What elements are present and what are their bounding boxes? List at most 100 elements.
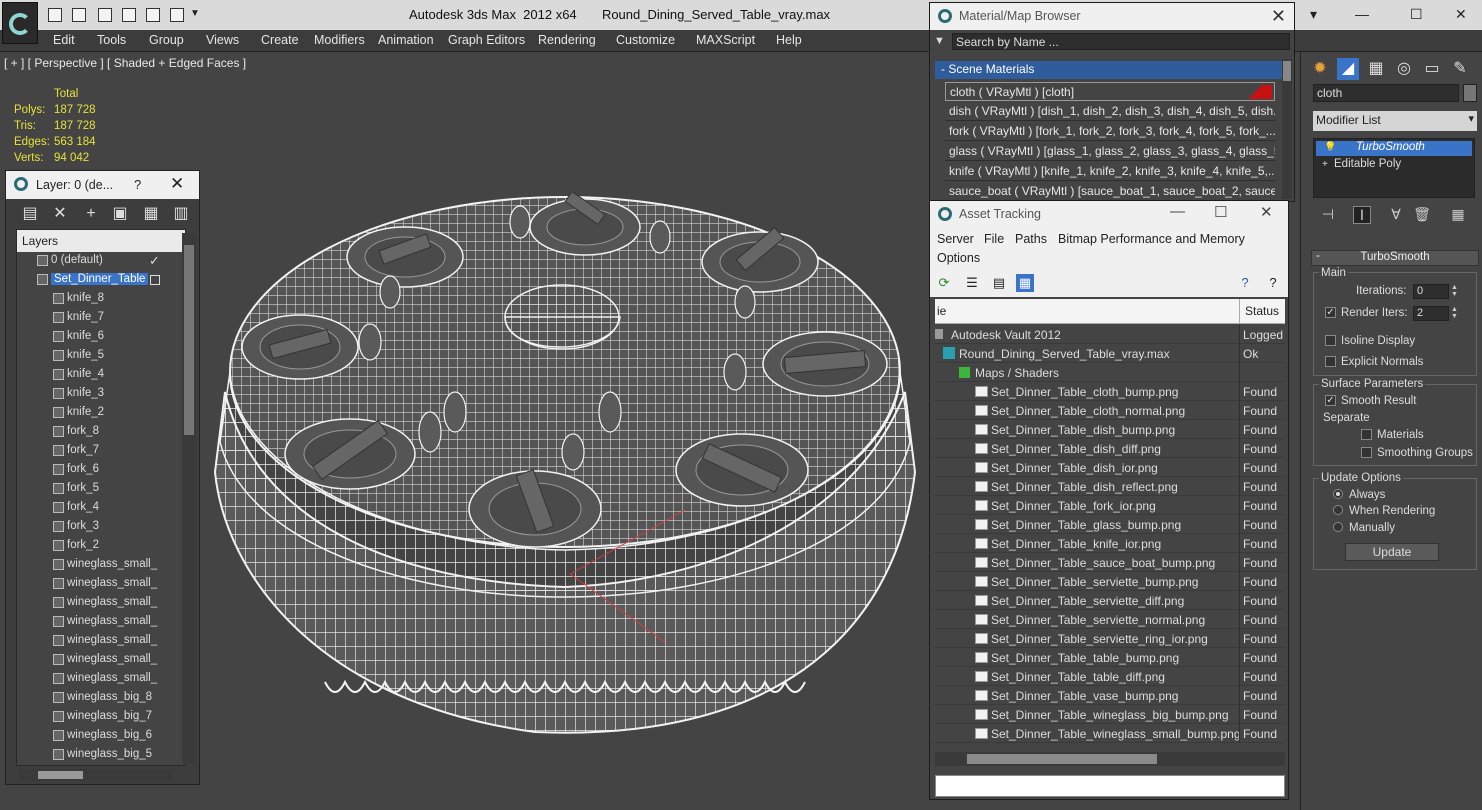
material-row[interactable]: glass ( VRayMtl ) [glass_1, glass_2, gla…	[945, 142, 1275, 161]
table-view-icon[interactable]: ▦	[1016, 274, 1034, 292]
menu-modifiers[interactable]: Modifiers	[314, 33, 365, 47]
maximize-icon[interactable]: ☐	[1410, 6, 1423, 23]
help-context-icon[interactable]: ?	[1264, 274, 1282, 292]
asset-row[interactable]: Set_Dinner_Table_serviette_ring_ior.png F…	[935, 629, 1285, 648]
set-current-layer-icon[interactable]: ▥	[172, 205, 190, 223]
asset-row[interactable]: Set_Dinner_Table_dish_ior.png Found	[935, 458, 1285, 477]
layer-object-row[interactable]: knife_8	[17, 290, 185, 309]
help-icon[interactable]: ?	[134, 177, 141, 192]
spinner-arrows-icon[interactable]: ▲ ▼	[1451, 306, 1459, 321]
chevron-down-icon[interactable]: ▼	[934, 35, 945, 47]
menu-graph-editors[interactable]: Graph Editors	[448, 33, 525, 47]
asset-row[interactable]: Set_Dinner_Table_fork_ior.png Found	[935, 496, 1285, 515]
create-tab-icon[interactable]: ✹	[1309, 58, 1331, 80]
open-icon[interactable]	[48, 8, 62, 22]
app-logo-button[interactable]	[2, 2, 38, 44]
render-iters-checkbox[interactable]: ✓	[1325, 307, 1336, 318]
menu-edit[interactable]: Edit	[53, 33, 75, 47]
motion-tab-icon[interactable]: ◎	[1393, 58, 1415, 80]
asset-table[interactable]: ie Status Autodesk Vault 2012 Logged Round…	[935, 299, 1285, 769]
quick-access-dropdown-icon[interactable]: ▼	[190, 8, 200, 19]
menu-views[interactable]: Views	[206, 33, 239, 47]
horizontal-scrollbar[interactable]	[18, 769, 173, 781]
close-icon[interactable]: ✕	[1455, 6, 1467, 23]
layer-object-row[interactable]: wineglass_small_	[17, 670, 185, 689]
layers-column-header[interactable]: Layers	[17, 230, 185, 252]
always-radio[interactable]	[1333, 489, 1343, 499]
tree-view-icon[interactable]: ▤	[990, 274, 1008, 292]
stack-item-editable-poly[interactable]: Editable Poly	[1334, 158, 1401, 170]
asset-row[interactable]: Set_Dinner_Table_cloth_bump.png Found	[935, 382, 1285, 401]
asset-row[interactable]: Round_Dining_Served_Table_vray.max Ok	[935, 344, 1285, 363]
add-to-layer-icon[interactable]: +	[82, 205, 100, 223]
asset-row[interactable]: Set_Dinner_Table_dish_reflect.png Found	[935, 477, 1285, 496]
minimize-icon[interactable]: —	[1355, 6, 1369, 22]
menu-options[interactable]: Options	[937, 251, 980, 265]
layer-object-row[interactable]: fork_4	[17, 499, 185, 518]
asset-tracking-titlebar[interactable]: Asset Tracking — ☐ ✕	[930, 201, 1288, 227]
asset-row[interactable]: Set_Dinner_Table_serviette_normal.png Fou…	[935, 610, 1285, 629]
make-unique-icon[interactable]: ∀	[1387, 206, 1405, 224]
material-row[interactable]: knife ( VRayMtl ) [knife_1, knife_2, kni…	[945, 162, 1275, 181]
update-button[interactable]: Update	[1345, 543, 1439, 561]
layer-object-row[interactable]: fork_7	[17, 442, 185, 461]
layer-object-row[interactable]: knife_3	[17, 385, 185, 404]
maximize-icon[interactable]: ☐	[1214, 203, 1227, 221]
modifier-stack[interactable]: TurboSmooth 💡 + Editable Poly	[1313, 138, 1475, 198]
layer-object-row[interactable]: wineglass_small_	[17, 575, 185, 594]
layer-object-row[interactable]: wineglass_small_	[17, 613, 185, 632]
scene-materials-group[interactable]: - Scene Materials	[935, 61, 1285, 79]
asset-row[interactable]: Set_Dinner_Table_wineglass_big_bump.png F…	[935, 705, 1285, 724]
rollout-header[interactable]: - TurboSmooth	[1311, 250, 1479, 266]
asset-row[interactable]: Set_Dinner_Table_vase_bump.png Found	[935, 686, 1285, 705]
menu-file[interactable]: File	[984, 232, 1004, 246]
layer-row[interactable]: Set_Dinner_Table	[17, 271, 185, 290]
asset-row[interactable]: Maps / Shaders	[935, 363, 1285, 382]
layer-checkbox-icon[interactable]	[150, 275, 160, 285]
refresh-icon[interactable]: ⟳	[935, 274, 953, 292]
select-objects-icon[interactable]: ▣	[111, 205, 129, 223]
material-browser-titlebar[interactable]: Material/Map Browser ✕	[930, 3, 1294, 30]
material-row[interactable]: sauce_boat ( VRayMtl ) [sauce_boat_1, sa…	[945, 182, 1275, 201]
layer-row[interactable]: 0 (default) ✓	[17, 252, 185, 271]
layer-object-row[interactable]: wineglass_small_	[17, 556, 185, 575]
object-color-swatch[interactable]	[1463, 84, 1477, 102]
asset-row[interactable]: Set_Dinner_Table_glass_bump.png Found	[935, 515, 1285, 534]
menu-group[interactable]: Group	[149, 33, 184, 47]
redo-icon[interactable]	[122, 8, 136, 22]
save-icon[interactable]	[72, 8, 86, 22]
display-tab-icon[interactable]: ▭	[1421, 58, 1443, 80]
material-search-input[interactable]: Search by Name ...	[952, 33, 1290, 50]
vertical-scrollbar[interactable]	[182, 233, 196, 763]
help-icon[interactable]: ?	[1236, 274, 1254, 292]
object-name-field[interactable]: cloth	[1313, 84, 1459, 102]
list-view-icon[interactable]: ☰	[963, 274, 981, 292]
menu-maxscript[interactable]: MAXScript	[696, 33, 755, 47]
scrollbar-thumb[interactable]	[967, 754, 1157, 764]
column-header-name[interactable]: ie	[937, 304, 946, 318]
menu-paths[interactable]: Paths	[1015, 232, 1047, 246]
hierarchy-tab-icon[interactable]: ▦	[1365, 58, 1387, 80]
manually-radio[interactable]	[1333, 522, 1343, 532]
close-icon[interactable]: ✕	[170, 174, 184, 194]
material-row[interactable]: dish ( VRayMtl ) [dish_1, dish_2, dish_3…	[945, 102, 1275, 121]
new-layer-icon[interactable]: ▤	[21, 205, 39, 223]
asset-row[interactable]: Autodesk Vault 2012 Logged	[935, 325, 1285, 344]
asset-row[interactable]: Set_Dinner_Table_serviette_bump.png Found	[935, 572, 1285, 591]
expand-icon[interactable]: +	[1322, 159, 1328, 170]
select-layer-icon[interactable]: ▦	[142, 205, 160, 223]
current-layer-check-icon[interactable]: ✓	[149, 253, 160, 269]
layer-object-row[interactable]: knife_4	[17, 366, 185, 385]
project-folder-icon[interactable]	[146, 8, 160, 22]
when-rendering-radio[interactable]	[1333, 505, 1343, 515]
layer-object-row[interactable]: wineglass_big_7	[17, 708, 185, 727]
asset-row[interactable]: Set_Dinner_Table_cloth_normal.png Found	[935, 401, 1285, 420]
layer-list[interactable]: Layers 0 (default) ✓ Set_Dinner_Table knife…	[16, 229, 186, 766]
menu-server[interactable]: Server	[937, 232, 974, 246]
layer-object-row[interactable]: fork_3	[17, 518, 185, 537]
smooth-result-checkbox[interactable]: ✓	[1325, 395, 1336, 406]
close-icon[interactable]: ✕	[1271, 6, 1286, 27]
vertical-scrollbar[interactable]	[1282, 59, 1292, 199]
undo-icon[interactable]	[98, 8, 112, 22]
layer-object-row[interactable]: knife_5	[17, 347, 185, 366]
